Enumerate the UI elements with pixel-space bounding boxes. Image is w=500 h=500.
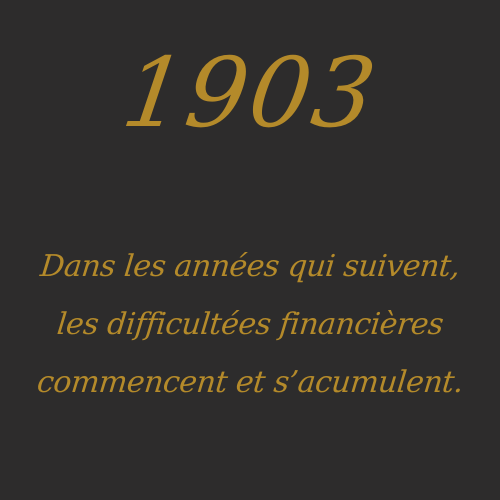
year-heading: 1903	[115, 37, 385, 149]
caption-line-3: commencent et s’acumulent.	[35, 365, 465, 400]
caption-line-2: les difficultées financières	[55, 307, 445, 342]
story-card: 1903 Dans les années qui suivent, les di…	[0, 0, 500, 500]
caption-text: Dans les années qui suivent, les difficu…	[0, 238, 500, 412]
caption-line-1: Dans les années qui suivent,	[38, 249, 462, 284]
